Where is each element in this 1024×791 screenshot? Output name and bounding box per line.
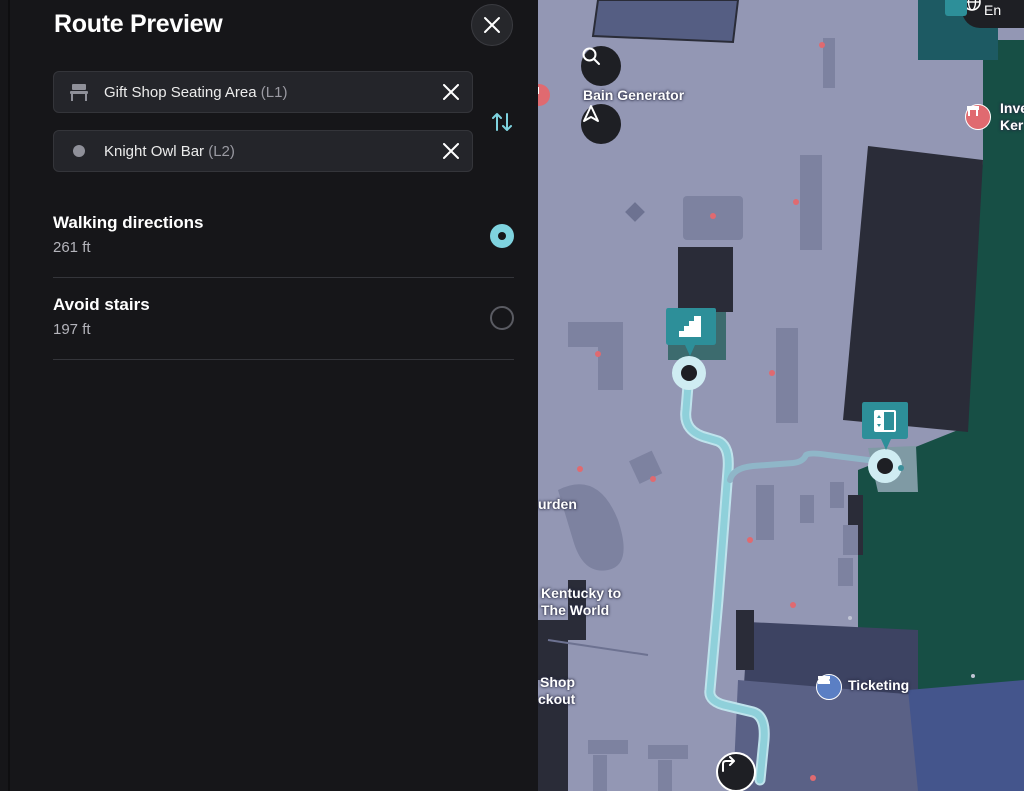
close-icon	[443, 143, 459, 159]
map-label-kentucky-line2[interactable]: The World	[541, 602, 609, 619]
from-location-text: Gift Shop Seating Area (L1)	[104, 84, 430, 101]
edge-block	[538, 620, 568, 680]
map-label-garden[interactable]: urden	[538, 496, 577, 513]
small-block	[588, 740, 628, 754]
language-button[interactable]: En	[962, 0, 1024, 28]
small-dot	[898, 465, 904, 471]
small-block	[776, 328, 798, 423]
to-location-text: Knight Owl Bar (L2)	[104, 143, 430, 160]
radio-selected[interactable]	[490, 224, 514, 248]
route-option-distance: 197 ft	[53, 321, 91, 338]
small-block	[838, 558, 853, 586]
ticket-icon	[818, 676, 830, 684]
turn-direction-marker[interactable]	[716, 752, 756, 791]
small-block	[800, 155, 822, 250]
panel-edge	[8, 0, 10, 791]
blue-zone	[908, 680, 1024, 791]
map-label-inve[interactable]: Inve	[1000, 100, 1024, 117]
small-block	[658, 760, 672, 791]
map-label-kentucky-line1[interactable]: Kentucky to	[541, 585, 621, 602]
map-label-bain-generator[interactable]: Bain Generator	[583, 87, 684, 104]
map-label-ker[interactable]: Ker	[1000, 117, 1023, 134]
edge-block	[736, 610, 754, 670]
small-block	[830, 482, 844, 508]
to-location-name: Knight Owl Bar	[104, 142, 205, 160]
route-option-avoid-stairs[interactable]: Avoid stairs 197 ft	[53, 279, 514, 359]
route-option-name: Avoid stairs	[53, 295, 150, 314]
small-block	[593, 755, 607, 791]
elevator-connector-marker	[862, 402, 908, 450]
small-block	[843, 525, 858, 555]
to-location-level: (L2)	[208, 142, 235, 160]
edge-block	[538, 700, 568, 791]
close-icon	[443, 84, 459, 100]
small-triangle	[625, 202, 645, 222]
bench-icon	[70, 84, 88, 101]
small-block	[648, 745, 688, 759]
route-option-distance: 261 ft	[53, 239, 91, 256]
page-title: Route Preview	[54, 10, 223, 38]
clear-to-button[interactable]	[430, 130, 472, 172]
map-label-shop-line2[interactable]: ckout	[538, 691, 575, 708]
route-end-dot	[877, 458, 893, 474]
route-option-walking[interactable]: Walking directions 261 ft	[53, 197, 514, 277]
swap-locations-button[interactable]	[488, 108, 516, 136]
clear-from-button[interactable]	[430, 71, 472, 113]
small-block	[568, 322, 623, 347]
indoor-map[interactable]: Bain Generator Inve Ker urden Kentucky t…	[538, 0, 1024, 791]
map-label-shop-line1[interactable]: Shop	[540, 674, 575, 691]
divider	[53, 277, 514, 278]
navigation-arrow-icon	[583, 105, 599, 122]
from-location-level: (L1)	[260, 83, 288, 101]
map-search-button[interactable]	[581, 46, 621, 86]
search-icon	[582, 47, 600, 65]
top-building	[591, 0, 740, 44]
map-compass-button[interactable]	[581, 104, 621, 144]
swap-arrows-icon	[492, 113, 512, 131]
ticketing-poi[interactable]	[816, 674, 842, 700]
dark-block-mid	[678, 247, 733, 312]
small-block	[598, 345, 623, 390]
teal-marker-partial	[945, 0, 967, 16]
turn-right-icon	[722, 756, 735, 772]
route-preview-panel: Route Preview Gift Shop Seating Area (L1…	[0, 0, 538, 791]
map-label-ticketing[interactable]: Ticketing	[848, 677, 909, 694]
small-block	[800, 495, 814, 523]
inve-poi[interactable]	[965, 104, 991, 130]
route-option-name: Walking directions	[53, 213, 204, 232]
route-start-dot	[681, 365, 697, 381]
close-icon	[484, 17, 500, 33]
shop-icon	[538, 87, 539, 94]
from-location-field[interactable]: Gift Shop Seating Area (L1)	[53, 71, 473, 113]
radio-unselected[interactable]	[490, 306, 514, 330]
storefront-icon	[967, 106, 979, 116]
small-block	[756, 485, 774, 540]
divider	[53, 359, 514, 360]
language-label: En	[984, 2, 1002, 18]
dark-building-right	[843, 146, 983, 432]
close-button[interactable]	[471, 4, 513, 46]
to-location-field[interactable]: Knight Owl Bar (L2)	[53, 130, 473, 172]
dot-icon	[73, 145, 85, 157]
from-location-name: Gift Shop Seating Area	[104, 83, 257, 101]
small-block	[629, 450, 663, 484]
